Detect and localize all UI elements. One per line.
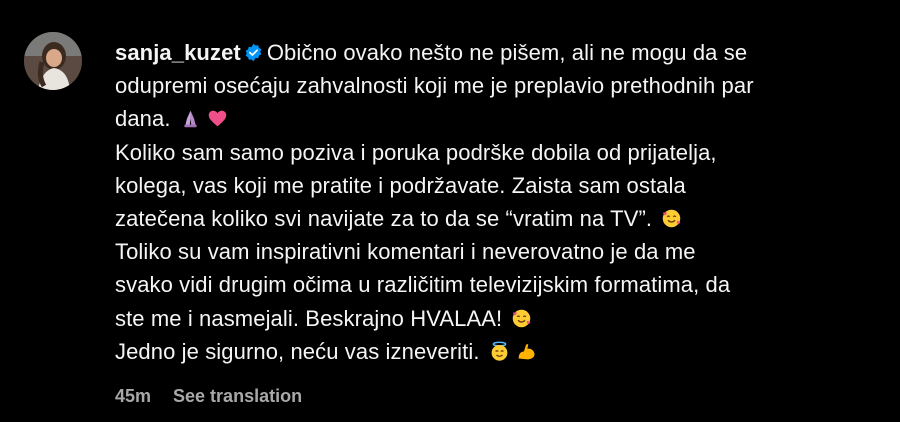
comment-text-line: dana.	[115, 106, 171, 132]
comment-line-8: svako vidi drugim očima u različitim tel…	[115, 268, 885, 301]
smiling-face-with-hearts-icon	[661, 205, 682, 228]
halo-face-icon	[489, 338, 510, 361]
comment-text-line: kolega, vas koji me pratite i podržavate…	[115, 172, 686, 198]
comment-line-9: ste me i nasmejali. Beskrajno HVALAA!	[115, 302, 885, 335]
flexed-biceps-icon	[516, 338, 537, 360]
comment-line-7: Toliko su vam inspirativni komentari i n…	[115, 235, 885, 268]
comment-line-10: Jedno je sigurno, neću vas izneveriti.	[115, 335, 885, 368]
comment-body: sanja_kuzet Obično ovako nešto ne pišem, …	[115, 36, 885, 368]
comment-line-1: sanja_kuzet Obično ovako nešto ne pišem, …	[115, 36, 885, 69]
verified-badge-icon	[244, 38, 263, 62]
comment-text-line: Toliko su vam inspirativni komentari i n…	[115, 239, 696, 265]
smiling-face-with-hearts-icon	[511, 305, 532, 327]
comment-text-line: svako vidi drugim očima u različitim tel…	[115, 272, 731, 298]
username[interactable]: sanja_kuzet	[115, 40, 241, 65]
comment-text-line: ste me i nasmejali. Beskrajno HVALAA!	[115, 305, 503, 331]
comment-text-line: zatečena koliko svi navijate za to da se…	[115, 206, 653, 232]
comment-line-4: Koliko sam samo poziva i poruka podrške …	[115, 136, 885, 169]
comment-text-line: Jedno je sigurno, neću vas izneveriti.	[115, 338, 480, 364]
praying-hands-icon	[180, 105, 201, 128]
comment-text-line: Obično ovako nešto ne pišem, ali ne mogu…	[266, 40, 748, 65]
comment-meta: 45m See translation	[115, 386, 302, 407]
comment-line-3: dana.	[115, 102, 885, 135]
comment-line-6: zatečena koliko svi navijate za to da se…	[115, 202, 885, 235]
comment-text-line: Koliko sam samo poziva i poruka podrške …	[115, 139, 717, 165]
heart-icon	[207, 105, 228, 127]
comment-line-2: odupremi osećaju zahvalnosti koji me je …	[115, 69, 885, 102]
comment: sanja_kuzet Obično ovako nešto ne pišem, …	[0, 0, 900, 422]
see-translation-button[interactable]: See translation	[173, 386, 302, 407]
comment-line-5: kolega, vas koji me pratite i podržavate…	[115, 169, 885, 202]
timestamp: 45m	[115, 386, 152, 406]
avatar[interactable]	[24, 32, 82, 90]
comment-text-line: odupremi osećaju zahvalnosti koji me je …	[115, 73, 754, 99]
